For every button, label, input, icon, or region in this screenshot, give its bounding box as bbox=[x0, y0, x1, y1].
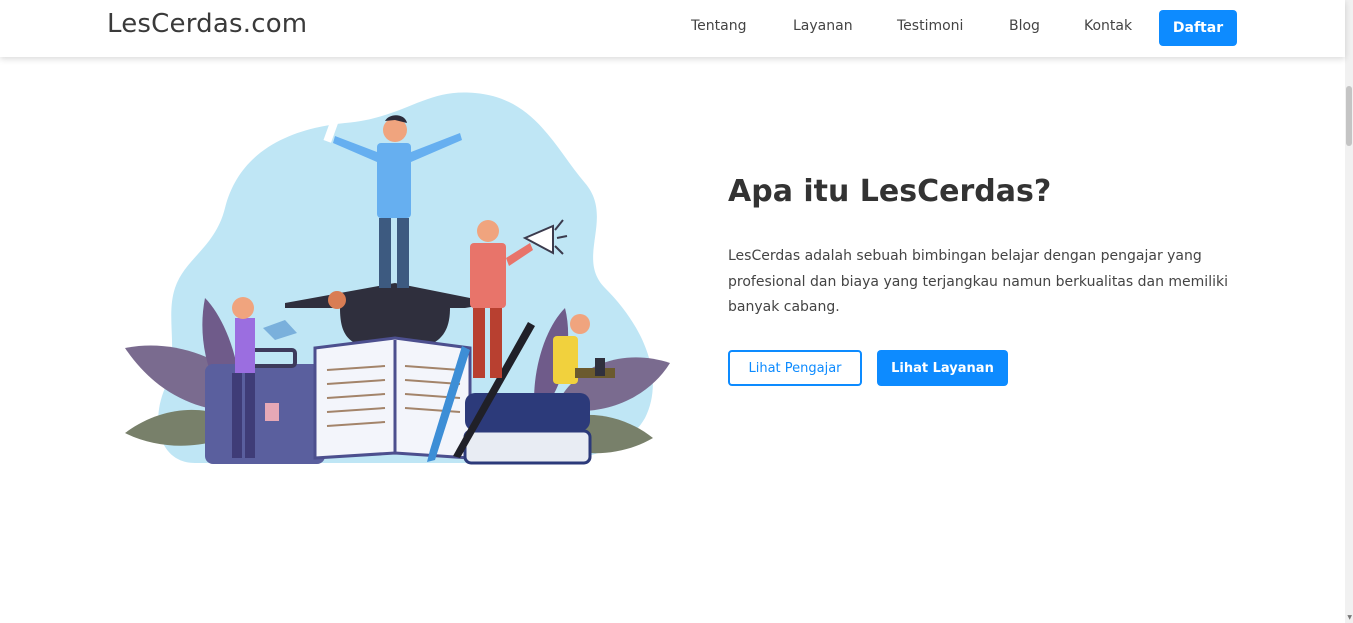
nav-links: Tentang Layanan Testimoni Blog Kontak bbox=[0, 0, 1345, 57]
nav-link-testimoni[interactable]: Testimoni bbox=[897, 18, 963, 34]
scrollbar[interactable]: ▼ bbox=[1345, 0, 1353, 623]
scrollbar-thumb[interactable] bbox=[1346, 86, 1352, 146]
education-illustration bbox=[125, 92, 670, 465]
nav-link-tentang[interactable]: Tentang bbox=[691, 18, 747, 34]
section-description: LesCerdas adalah sebuah bimbingan belaja… bbox=[728, 248, 1228, 315]
nav-link-blog[interactable]: Blog bbox=[1009, 18, 1040, 34]
navbar: LesCerdas.com Tentang Layanan Testimoni … bbox=[0, 0, 1345, 57]
hero-illustration bbox=[105, 88, 675, 468]
daftar-button[interactable]: Daftar bbox=[1159, 10, 1237, 46]
lihat-pengajar-button[interactable]: Lihat Pengajar bbox=[728, 350, 862, 386]
nav-link-kontak[interactable]: Kontak bbox=[1084, 18, 1132, 34]
section-title: Apa itu LesCerdas? bbox=[728, 174, 1052, 209]
lihat-layanan-button[interactable]: Lihat Layanan bbox=[877, 350, 1008, 386]
scroll-down-arrow-icon[interactable]: ▼ bbox=[1347, 614, 1352, 621]
nav-link-layanan[interactable]: Layanan bbox=[793, 18, 853, 34]
